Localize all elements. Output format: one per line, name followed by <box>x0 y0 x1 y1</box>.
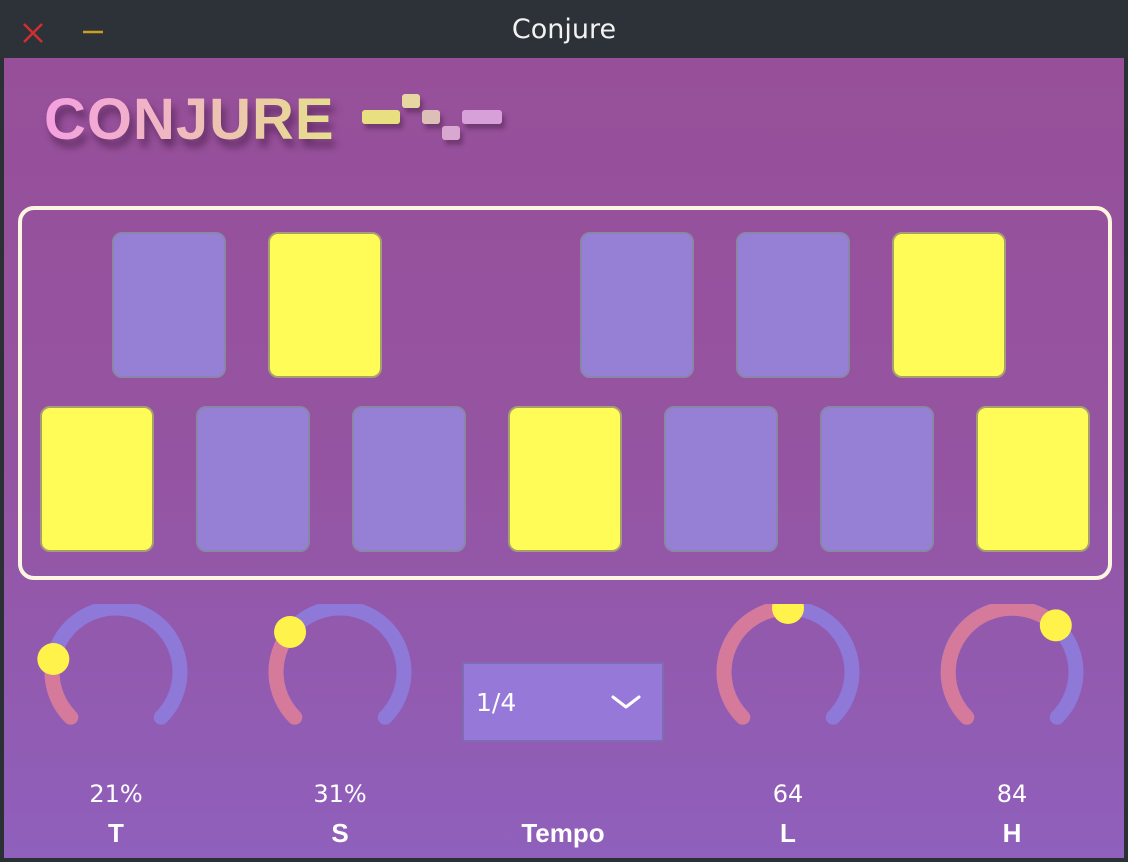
knob-h-fill <box>940 600 1064 725</box>
pad-r2-c5[interactable] <box>664 406 778 552</box>
knob-l-graphic <box>716 592 860 725</box>
title-bar: Conjure <box>0 0 1128 58</box>
knob-s-label: S <box>331 818 349 848</box>
knob-l-value: 64 <box>772 780 804 808</box>
pad-r2-c3[interactable] <box>352 406 466 552</box>
knob-t-value: 21% <box>89 780 143 808</box>
knob-l-label: L <box>780 818 796 848</box>
pad-r2-c1[interactable] <box>40 406 154 552</box>
knob-t-graphic <box>37 600 188 725</box>
pad-r2-c2[interactable] <box>196 406 310 552</box>
chevron-down-icon <box>611 695 641 709</box>
logo-text: CONJURE <box>44 87 335 152</box>
tempo-label: Tempo <box>521 818 605 848</box>
knob-t[interactable] <box>36 600 196 764</box>
knob-t-handle[interactable] <box>37 643 70 676</box>
knob-s-graphic <box>268 600 412 725</box>
plugin-window: Conjure CONJURE 21% T 31% S 64 L 84 H 1/… <box>0 0 1128 862</box>
knob-s[interactable] <box>260 600 420 764</box>
knob-h-handle[interactable] <box>1039 609 1072 642</box>
knob-s-handle[interactable] <box>274 615 307 648</box>
plugin-body: CONJURE 21% T 31% S 64 L 84 H 1/4 Tempo <box>4 58 1124 858</box>
pad-r1-c6[interactable] <box>892 232 1006 378</box>
knob-h-value: 84 <box>996 780 1028 808</box>
tempo-value: 1/4 <box>476 688 517 717</box>
knob-s-value: 31% <box>313 780 367 808</box>
knob-l[interactable] <box>708 592 868 764</box>
pad-r2-c7[interactable] <box>976 406 1090 552</box>
pad-r1-c4[interactable] <box>580 232 694 378</box>
logo: CONJURE <box>44 86 524 156</box>
knob-t-label: T <box>108 818 124 848</box>
pad-r1-c5[interactable] <box>736 232 850 378</box>
knob-h-graphic <box>940 600 1084 725</box>
pad-r1-c1[interactable] <box>112 232 226 378</box>
knob-t-track <box>44 600 188 725</box>
knob-l-handle[interactable] <box>772 592 804 624</box>
knob-h-label: H <box>1002 818 1022 848</box>
pad-r1-c2[interactable] <box>268 232 382 378</box>
logo-mark-icon <box>362 94 502 140</box>
pad-r2-c4[interactable] <box>508 406 622 552</box>
knob-l-fill <box>716 600 796 725</box>
pad-r2-c6[interactable] <box>820 406 934 552</box>
window-title: Conjure <box>511 14 617 45</box>
knob-h[interactable] <box>932 600 1092 764</box>
tempo-select[interactable]: 1/4 <box>462 662 664 742</box>
